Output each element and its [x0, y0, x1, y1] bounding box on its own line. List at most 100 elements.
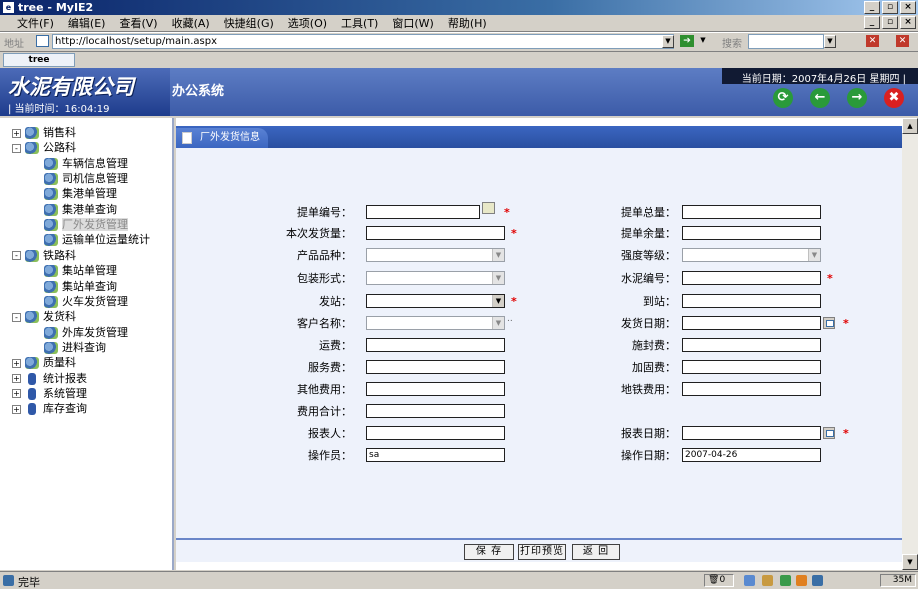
tree-item[interactable]: 集港单查询	[44, 202, 117, 217]
expand-icon[interactable]: +	[12, 374, 21, 384]
tree-item[interactable]: - 公路科	[12, 140, 76, 155]
department-icon	[44, 203, 58, 216]
window-icon[interactable]	[812, 575, 823, 586]
tree-item[interactable]: 司机信息管理	[44, 171, 128, 186]
menu-favorites[interactable]: 收藏(A)	[165, 15, 217, 32]
tree-item[interactable]: 集站单管理	[44, 263, 117, 278]
search-dropdown-button[interactable]: ▼	[824, 35, 836, 48]
search-input[interactable]	[748, 34, 824, 49]
recycle-counter[interactable]: 🗑0	[704, 574, 734, 587]
chevron-down-icon[interactable]: ▼	[808, 249, 820, 261]
close-icon[interactable]: ✖	[884, 88, 904, 108]
text-field[interactable]	[366, 382, 505, 396]
collapse-icon[interactable]: -	[12, 312, 21, 322]
chevron-down-icon[interactable]: ▼	[492, 249, 504, 261]
tree-item[interactable]: 进料查询	[44, 340, 106, 355]
select-field[interactable]: ▼	[366, 271, 505, 285]
tree-item[interactable]: 集港单管理	[44, 186, 117, 201]
menu-edit[interactable]: 编辑(E)	[61, 15, 113, 32]
tree-item[interactable]: + 库存查询	[12, 401, 87, 416]
back-arrow-icon[interactable]: ←	[810, 88, 830, 108]
tree-item[interactable]: + 销售科	[12, 125, 76, 140]
text-field[interactable]	[366, 205, 480, 219]
tree-item[interactable]: 火车发货管理	[44, 294, 128, 309]
expand-icon[interactable]: +	[12, 389, 21, 399]
text-field[interactable]	[366, 404, 505, 418]
print-preview-button[interactable]: 打印预览	[518, 544, 566, 560]
block-icon[interactable]: ✕	[866, 35, 879, 47]
select-field[interactable]: ▼	[366, 294, 505, 308]
mdi-minimize-button[interactable]: _	[864, 16, 880, 29]
minimize-button[interactable]: _	[864, 1, 880, 14]
url-dropdown-button[interactable]: ▼	[662, 35, 674, 48]
scroll-down-button[interactable]: ▼	[902, 554, 918, 570]
tree-item[interactable]: 车辆信息管理	[44, 156, 128, 171]
select-field[interactable]: ▼	[682, 248, 821, 262]
brush-icon[interactable]	[762, 575, 773, 586]
menu-tools[interactable]: 工具(T)	[334, 15, 385, 32]
menu-options[interactable]: 选项(O)	[281, 15, 334, 32]
tree-item[interactable]: + 统计报表	[12, 371, 87, 386]
tree-item[interactable]: + 系统管理	[12, 386, 87, 401]
window-title-bar[interactable]: e tree - MyIE2 _ ▫ ×	[0, 0, 918, 15]
text-field[interactable]: sa	[366, 448, 505, 462]
calendar-icon[interactable]	[823, 317, 835, 329]
text-field[interactable]	[366, 226, 505, 240]
gear-icon[interactable]	[796, 575, 807, 586]
tree-item[interactable]: + 质量科	[12, 355, 76, 370]
tree-item[interactable]: 运输单位运量统计	[44, 232, 150, 247]
refresh-icon[interactable]: ⟳	[773, 88, 793, 108]
menu-help[interactable]: 帮助(H)	[441, 15, 494, 32]
tree-item[interactable]: 外库发货管理	[44, 325, 128, 340]
select-field[interactable]: ▼	[366, 316, 505, 330]
go-icon[interactable]: ➔	[680, 35, 694, 47]
chevron-down-icon[interactable]: ▼	[492, 317, 504, 329]
tab-tree[interactable]: tree	[3, 53, 75, 67]
vertical-scrollbar[interactable]: ▲ ▼	[902, 118, 918, 570]
tree-item[interactable]: 厂外发货管理	[44, 217, 128, 232]
close-tab-icon[interactable]: ✕	[896, 35, 909, 47]
text-field[interactable]	[682, 226, 821, 240]
menu-file[interactable]: 文件(F)	[10, 15, 61, 32]
expand-icon[interactable]: +	[12, 358, 21, 368]
select-field[interactable]: ▼	[366, 248, 505, 262]
text-field[interactable]	[366, 426, 505, 440]
collapse-icon[interactable]: -	[12, 251, 21, 261]
close-window-button[interactable]: ×	[900, 1, 916, 14]
save-button[interactable]: 保 存	[464, 544, 514, 560]
text-field[interactable]	[682, 382, 821, 396]
back-button[interactable]: 返 回	[572, 544, 620, 560]
text-field[interactable]	[682, 360, 821, 374]
menu-window[interactable]: 窗口(W)	[385, 15, 440, 32]
url-input[interactable]: http://localhost/setup/main.aspx	[52, 34, 674, 49]
text-field[interactable]	[682, 338, 821, 352]
text-field[interactable]	[682, 205, 821, 219]
text-field[interactable]: 2007-04-26	[682, 448, 821, 462]
date-field[interactable]	[682, 316, 821, 330]
tree-item[interactable]: - 发货科	[12, 309, 76, 324]
text-field[interactable]	[366, 360, 505, 374]
chevron-down-icon[interactable]: ▼	[492, 272, 504, 284]
mdi-restore-button[interactable]: ▫	[882, 16, 898, 29]
text-field[interactable]	[366, 338, 505, 352]
text-field[interactable]	[682, 271, 821, 285]
tree-item[interactable]: - 铁路科	[12, 248, 76, 263]
date-field[interactable]	[682, 426, 821, 440]
forward-arrow-icon[interactable]: →	[847, 88, 867, 108]
menu-view[interactable]: 查看(V)	[112, 15, 164, 32]
go-dropdown-button[interactable]: ▼	[697, 35, 709, 48]
calendar-icon[interactable]	[823, 427, 835, 439]
text-field[interactable]	[682, 294, 821, 308]
maximize-button[interactable]: ▫	[882, 1, 898, 14]
chevron-down-icon[interactable]: ▼	[492, 295, 504, 307]
menu-groups[interactable]: 快捷组(G)	[217, 15, 281, 32]
collapse-icon[interactable]: -	[12, 143, 21, 153]
sync-icon[interactable]	[744, 575, 755, 586]
mdi-close-button[interactable]: ×	[900, 16, 916, 29]
tree-item[interactable]: 集站单查询	[44, 279, 117, 294]
expand-icon[interactable]: +	[12, 404, 21, 414]
scroll-up-button[interactable]: ▲	[902, 118, 918, 134]
lookup-icon[interactable]	[482, 202, 495, 214]
download-icon[interactable]	[780, 575, 791, 586]
expand-icon[interactable]: +	[12, 128, 21, 138]
